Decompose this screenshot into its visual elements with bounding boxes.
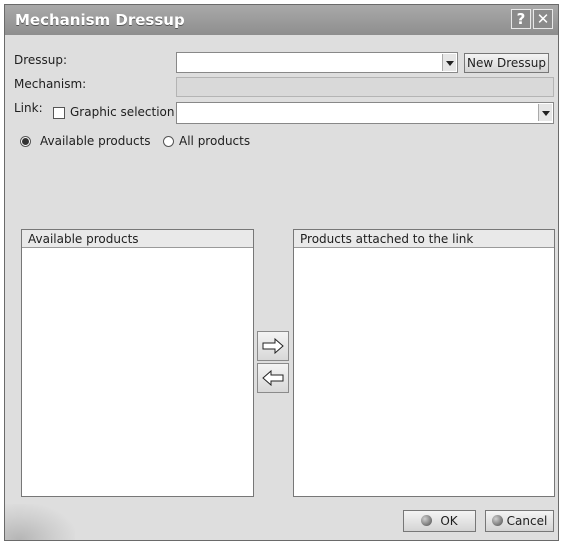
link-combobox[interactable] [176,102,554,124]
mechanism-label: Mechanism: [14,77,87,91]
dressup-combobox[interactable] [176,52,458,73]
graphic-selection-label[interactable]: Graphic selection [70,105,175,119]
attached-products-header[interactable]: Products attached to the link [294,230,554,248]
right-arrow-icon [262,337,284,355]
graphic-selection-checkbox[interactable] [53,107,65,119]
cancel-icon [491,515,503,526]
close-icon: ✕ [536,10,550,28]
add-to-link-button[interactable] [257,331,289,361]
new-dressup-button[interactable]: New Dressup [464,53,549,73]
link-label: Link: [14,101,43,115]
all-products-radio[interactable] [163,136,174,147]
help-button[interactable]: ? [511,9,531,29]
mechanism-dressup-dialog: Mechanism Dressup ? ✕ Dressup: New Dress… [4,4,559,541]
available-products-option-label[interactable]: Available products [40,134,151,148]
mechanism-field [176,77,554,97]
cancel-button[interactable]: Cancel [485,510,554,532]
decorative-swirl [5,504,75,540]
remove-from-link-button[interactable] [257,363,289,393]
help-icon: ? [516,10,526,28]
chevron-down-icon[interactable] [442,54,456,71]
left-arrow-icon [262,369,284,387]
all-products-option-label[interactable]: All products [179,134,250,148]
cancel-label: Cancel [506,514,548,528]
dressup-label: Dressup: [14,53,68,67]
chevron-down-icon[interactable] [538,104,552,121]
close-button[interactable]: ✕ [533,9,553,29]
ok-label: OK [440,514,458,528]
title-bar[interactable]: Mechanism Dressup ? ✕ [5,5,558,35]
attached-products-list[interactable]: Products attached to the link [293,229,555,497]
available-products-list[interactable]: Available products [21,229,254,497]
available-products-header[interactable]: Available products [22,230,253,248]
available-products-radio[interactable] [20,136,31,147]
dialog-title: Mechanism Dressup [15,11,185,29]
ok-icon [421,515,433,526]
ok-button[interactable]: OK [403,510,476,532]
